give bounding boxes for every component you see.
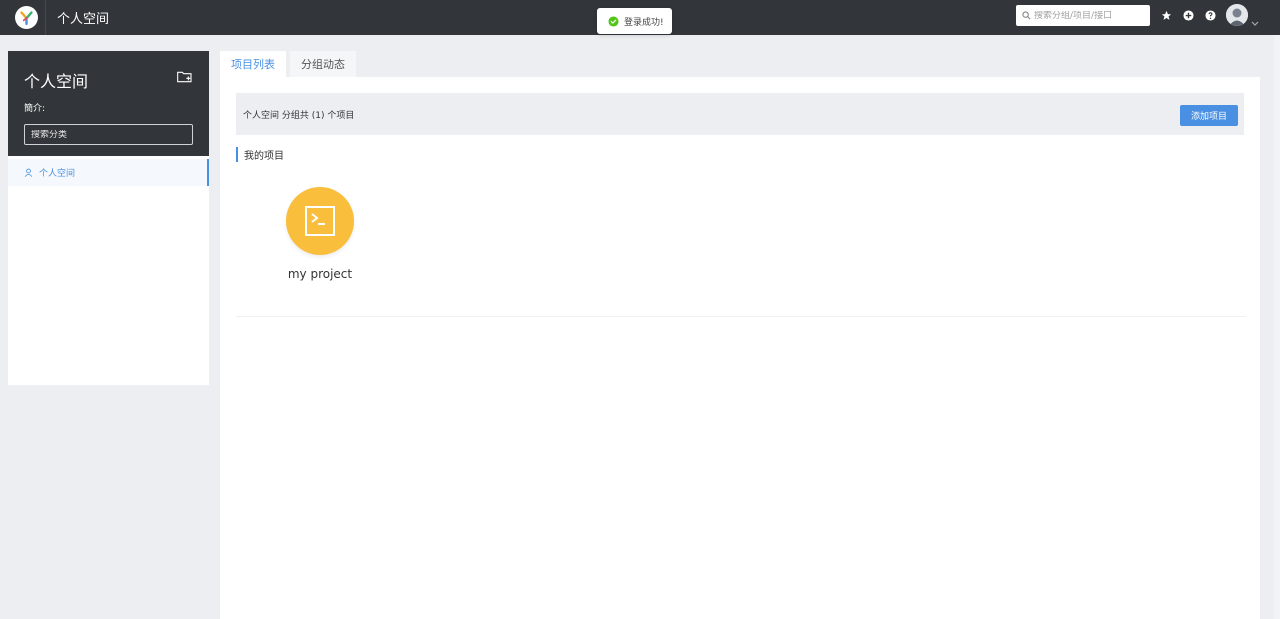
success-toast: 登录成功! (597, 8, 672, 34)
global-search[interactable] (1016, 5, 1150, 26)
section-divider (236, 316, 1246, 317)
page-scrollbar[interactable] (1274, 35, 1280, 619)
avatar-icon (1226, 4, 1248, 26)
main-tabs: 项目列表 分组动态 (220, 51, 360, 77)
app-logo[interactable] (15, 6, 38, 29)
search-icon (1022, 11, 1031, 20)
sidebar-intro-label: 簡介: (24, 104, 46, 114)
global-search-input[interactable] (1034, 10, 1144, 21)
terminal-icon (305, 206, 335, 236)
project-count-text: 个人空间 分组共 (1) 个项目 (243, 110, 355, 121)
add-project-button[interactable]: 添加项目 (1180, 105, 1238, 126)
help-icon[interactable] (1204, 9, 1216, 21)
plus-circle-icon[interactable] (1182, 9, 1194, 21)
section-title: 我的项目 (236, 147, 284, 162)
header-divider (45, 0, 46, 35)
sidebar: 个人空间 簡介: 个人空间 (8, 51, 209, 385)
category-search[interactable] (24, 124, 193, 145)
logo-icon (18, 9, 35, 26)
page-title: 个人空间 (57, 12, 110, 27)
user-icon (24, 168, 33, 177)
project-icon-circle (286, 187, 354, 255)
sidebar-item-personal-space[interactable]: 个人空间 (8, 159, 209, 186)
category-search-input[interactable] (31, 129, 181, 140)
sidebar-title: 个人空间 (24, 72, 89, 91)
main-content: 个人空间 分组共 (1) 个项目 添加项目 我的项目 my project (220, 77, 1260, 619)
toast-message: 登录成功! (624, 17, 664, 28)
chevron-down-icon[interactable] (1251, 12, 1259, 31)
user-avatar[interactable] (1226, 4, 1248, 26)
tab-project-list[interactable]: 项目列表 (220, 51, 286, 77)
project-name: my project (287, 267, 353, 281)
project-card[interactable]: my project (275, 187, 365, 287)
add-folder-icon[interactable] (177, 69, 193, 88)
sidebar-header: 个人空间 簡介: (8, 51, 209, 156)
tab-group-activity[interactable]: 分组动态 (290, 51, 356, 77)
sidebar-item-label: 个人空间 (39, 169, 76, 179)
star-icon[interactable] (1160, 9, 1172, 21)
project-info-bar: 个人空间 分组共 (1) 个项目 (236, 93, 1244, 135)
check-circle-icon (608, 15, 619, 27)
